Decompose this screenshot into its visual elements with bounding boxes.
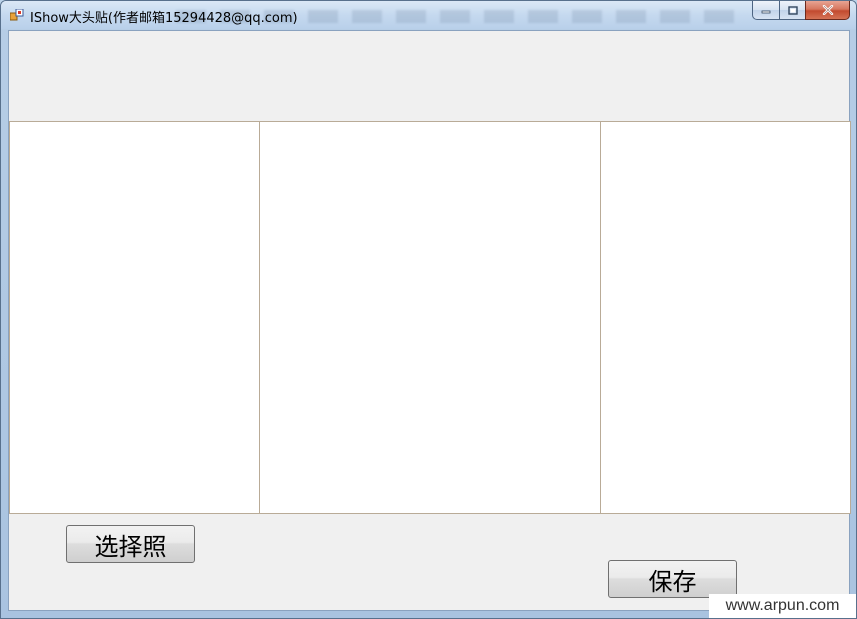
select-photo-button[interactable]: 选择照 — [66, 525, 195, 563]
client-area: 选择照 保存 — [8, 30, 851, 611]
center-photo-panel[interactable] — [259, 121, 601, 514]
close-button[interactable] — [805, 1, 850, 20]
watermark-text: www.arpun.com — [709, 594, 856, 618]
save-button[interactable]: 保存 — [608, 560, 737, 598]
title-bar[interactable]: IShow大头贴(作者邮箱15294428@qq.com) — [1, 1, 856, 29]
maximize-icon — [787, 5, 798, 15]
caption-buttons — [752, 1, 850, 21]
right-photo-panel[interactable] — [600, 121, 851, 514]
window-title: IShow大头贴(作者邮箱15294428@qq.com) — [30, 11, 298, 26]
left-photo-panel[interactable] — [9, 121, 260, 514]
maximize-button[interactable] — [779, 1, 805, 20]
app-window: IShow大头贴(作者邮箱15294428@qq.com) 选择照 保存 www… — [0, 0, 857, 619]
close-icon — [822, 5, 833, 15]
app-icon — [10, 9, 24, 21]
minimize-icon — [761, 10, 771, 14]
minimize-button[interactable] — [752, 1, 779, 20]
